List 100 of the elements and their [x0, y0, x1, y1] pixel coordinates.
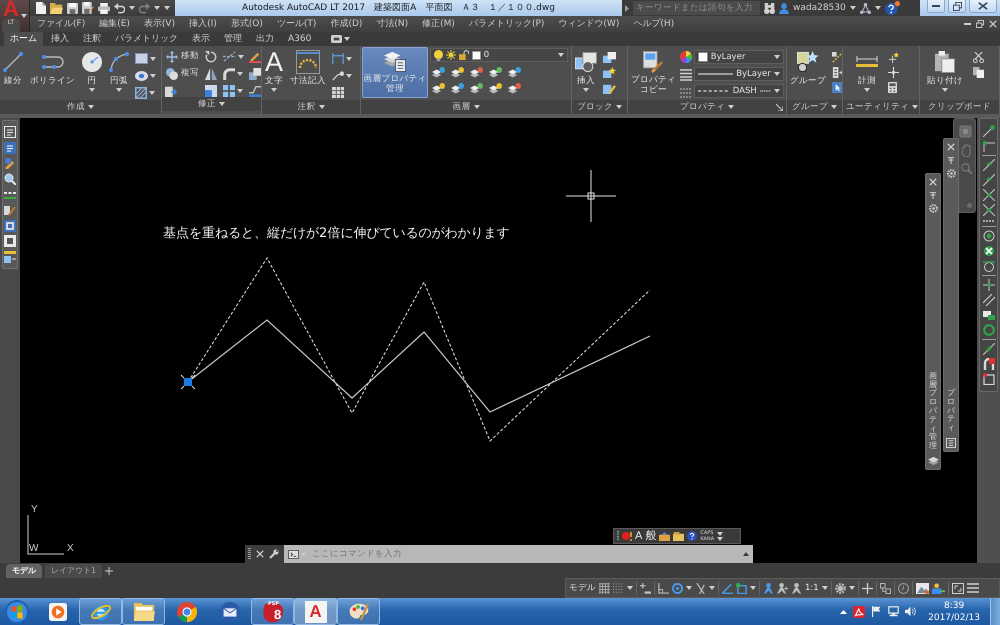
midpoint-icon[interactable]: [982, 174, 994, 186]
magnet-icon[interactable]: [982, 358, 994, 370]
layout-tab[interactable]: レイアウト1: [45, 564, 102, 578]
group-button[interactable]: グループ: [789, 48, 827, 90]
user-name[interactable]: wada28530: [793, 2, 846, 14]
command-history-button[interactable]: [284, 545, 308, 563]
new-file-icon[interactable]: [36, 2, 46, 14]
circle-button[interactable]: 円: [81, 48, 103, 96]
close-button[interactable]: [969, 0, 997, 13]
person-plus-icon[interactable]: [777, 582, 788, 594]
caret-icon[interactable]: [346, 56, 352, 60]
folder-icon[interactable]: [50, 2, 63, 14]
move-button[interactable]: 移動: [165, 50, 201, 64]
layer-properties-button[interactable]: 画層プロパティ管理: [362, 47, 428, 98]
grid-icon[interactable]: [599, 582, 610, 594]
dimension-button[interactable]: 寸法記入: [289, 48, 328, 90]
document-icon[interactable]: [4, 126, 16, 138]
flag-icon[interactable]: [871, 606, 882, 617]
person-icon[interactable]: [791, 582, 802, 594]
intersection-icon[interactable]: [982, 204, 994, 216]
ribbon-tab[interactable]: 挿入: [45, 32, 75, 46]
hatch-icon[interactable]: [135, 86, 147, 98]
copy-button[interactable]: 複写: [165, 66, 201, 80]
undo-icon[interactable]: [114, 2, 125, 14]
mirror-icon[interactable]: [205, 68, 217, 80]
pin-icon[interactable]: [929, 191, 937, 199]
grip-marker[interactable]: [180, 374, 196, 390]
search-field[interactable]: キーワードまたは語句を入力: [633, 1, 760, 15]
trim-icon[interactable]: [223, 51, 236, 62]
taskbar-button[interactable]: [79, 598, 122, 625]
ribbon-tab[interactable]: 管理: [218, 32, 248, 46]
panel-title[interactable]: 作成: [67, 102, 94, 112]
close-icon[interactable]: [929, 178, 937, 186]
taskbar-button[interactable]: [337, 598, 380, 625]
record-icon[interactable]: [622, 531, 632, 541]
ribbon-tab[interactable]: ホーム: [4, 32, 43, 46]
show-hidden-icon[interactable]: [840, 610, 848, 614]
layer-stack-icon[interactable]: [450, 83, 464, 94]
color-wheel-icon[interactable]: [680, 51, 692, 63]
panel-title[interactable]: 画層: [452, 102, 480, 112]
layer-stack-icon[interactable]: [432, 83, 445, 94]
dashed-line-icon[interactable]: [982, 219, 994, 223]
caret-icon[interactable]: [822, 586, 828, 590]
layer-dropdown[interactable]: 0: [430, 48, 568, 62]
perpendicular-icon[interactable]: [982, 279, 994, 291]
pencil-icon[interactable]: [4, 157, 16, 170]
input-mode-button[interactable]: A: [635, 530, 642, 542]
magnifier-icon[interactable]: [4, 172, 16, 185]
measure-button[interactable]: 計測: [855, 48, 879, 96]
menu-item[interactable]: 挿入(I): [189, 18, 217, 30]
toolbox-icon[interactable]: [659, 532, 670, 540]
layer-stack-icon[interactable]: [450, 67, 464, 78]
rectangles-icon[interactable]: [982, 309, 994, 321]
insert-button[interactable]: 挿入: [574, 48, 598, 96]
start-button[interactable]: [5, 600, 29, 624]
caret-icon[interactable]: [850, 6, 856, 10]
caret-icon[interactable]: [874, 6, 881, 10]
arc-button[interactable]: 円弧: [108, 48, 130, 96]
layout-tab[interactable]: モデル: [6, 564, 42, 578]
paste-button[interactable]: 貼り付け: [926, 48, 964, 96]
line-button[interactable]: 線分: [2, 48, 24, 90]
add-icon[interactable]: [105, 566, 114, 574]
command-input[interactable]: ここにコマンドを入力: [308, 545, 739, 563]
ribbon-tab[interactable]: A360: [282, 32, 318, 46]
polyline-button[interactable]: ポリライン: [29, 48, 76, 90]
stack-icon[interactable]: [249, 68, 261, 80]
list-icon[interactable]: [832, 67, 842, 78]
save-icon[interactable]: [67, 2, 78, 14]
menu-item[interactable]: 作成(D): [330, 18, 362, 30]
palette-title[interactable]: プロパティ: [947, 389, 955, 433]
angle-icon[interactable]: [722, 582, 733, 594]
color-dropdown[interactable]: ByLayer: [694, 50, 784, 64]
caret-icon[interactable]: [709, 586, 715, 590]
caret-icon[interactable]: [750, 586, 756, 590]
ribbon-tab[interactable]: パラメトリック: [109, 32, 184, 46]
fullscreen-icon[interactable]: [952, 582, 964, 594]
dot-grid-icon[interactable]: [613, 582, 624, 594]
line-end-icon[interactable]: [982, 125, 994, 137]
ribbon-tab[interactable]: 表示: [186, 32, 216, 46]
pencil-icon[interactable]: [249, 50, 261, 62]
launcher-icon[interactable]: [776, 104, 783, 110]
ellipse-icon[interactable]: [135, 70, 148, 80]
menu-item[interactable]: 編集(E): [99, 18, 130, 30]
midpoint-icon[interactable]: [982, 159, 994, 171]
menu-item[interactable]: ウィンドウ(W): [558, 18, 620, 30]
join-icon[interactable]: [249, 84, 261, 96]
block-star-icon[interactable]: [603, 67, 616, 78]
user-icon[interactable]: [779, 2, 789, 14]
caret-icon[interactable]: [686, 586, 692, 590]
save-as-icon[interactable]: [82, 2, 94, 14]
copy-icon[interactable]: [973, 67, 984, 78]
menu-item[interactable]: ファイル(F): [37, 18, 86, 30]
minimize-button[interactable]: [927, 0, 945, 13]
layer-stack-icon[interactable]: [508, 83, 521, 94]
gear-icon[interactable]: [928, 204, 938, 213]
restore-button[interactable]: [948, 0, 966, 13]
speaker-icon[interactable]: [905, 606, 916, 617]
layer-stack-icon[interactable]: [488, 83, 502, 94]
right-angle-icon[interactable]: [658, 582, 669, 594]
block-edit-icon[interactable]: [603, 83, 616, 94]
